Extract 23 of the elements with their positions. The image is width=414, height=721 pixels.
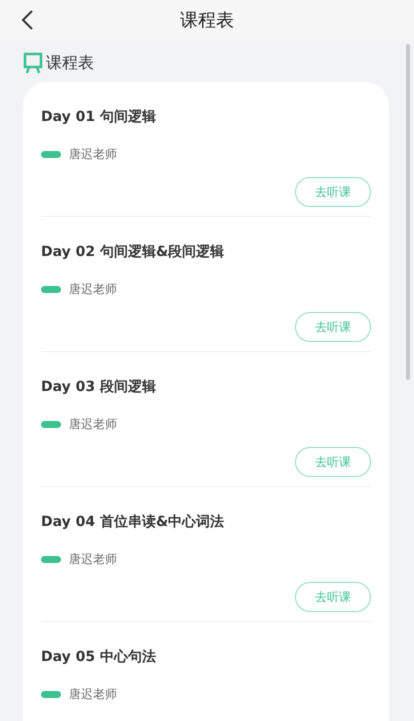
teacher-name: 唐迟老师 (69, 686, 117, 703)
teacher-name: 唐迟老师 (69, 146, 117, 163)
course-title: Day 05 中心句法 (41, 648, 157, 666)
tag-icon (41, 421, 61, 428)
listen-button[interactable]: 去听课 (295, 177, 371, 207)
listen-button[interactable]: 去听课 (295, 312, 371, 342)
listen-button[interactable]: 去听课 (295, 447, 371, 477)
tag-icon (41, 556, 61, 563)
course-title: Day 03 段间逻辑 (41, 378, 157, 396)
back-icon[interactable] (20, 9, 34, 31)
course-title: Day 02 句间逻辑&段间逻辑 (41, 243, 226, 261)
board-icon (23, 52, 43, 74)
section-title: 课程表 (46, 52, 94, 74)
course-title: Day 01 句间逻辑 (41, 108, 157, 126)
teacher-name: 唐迟老师 (69, 551, 117, 568)
teacher-name: 唐迟老师 (69, 281, 117, 298)
page-title: 课程表 (180, 9, 234, 32)
listen-button[interactable]: 去听课 (295, 582, 371, 612)
tag-icon (41, 691, 61, 698)
tag-icon (41, 286, 61, 293)
course-title: Day 04 首位串读&中心词法 (41, 513, 226, 531)
tag-icon (41, 151, 61, 158)
teacher-name: 唐迟老师 (69, 416, 117, 433)
